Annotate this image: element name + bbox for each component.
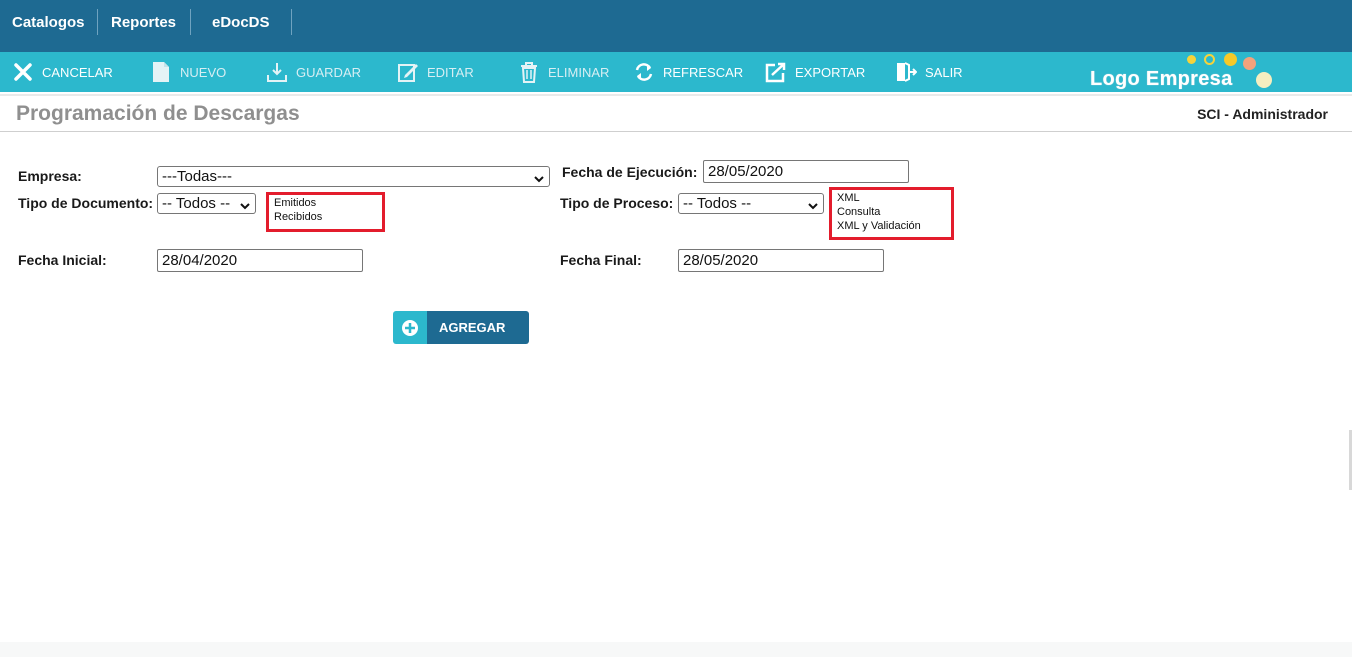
empresa-select[interactable]: ---Todas--- bbox=[157, 166, 550, 187]
add-circle-icon bbox=[393, 318, 427, 338]
option-recibidos[interactable]: Recibidos bbox=[274, 210, 377, 224]
nav-divider bbox=[291, 9, 292, 35]
user-label: SCI - Administrador bbox=[1197, 106, 1328, 122]
page-title: Programación de Descargas bbox=[16, 102, 300, 125]
fecha-final-label: Fecha Final: bbox=[560, 252, 642, 268]
tipo-proceso-select[interactable]: -- Todos -- bbox=[678, 193, 824, 214]
top-navigation: Catalogos Reportes eDocDS bbox=[0, 0, 1352, 52]
cancel-button[interactable]: CANCELAR bbox=[12, 52, 113, 92]
company-logo: Logo Empresa bbox=[1090, 52, 1290, 92]
fecha-final-field[interactable]: 28/05/2020 bbox=[678, 249, 884, 272]
logo-dot bbox=[1224, 53, 1237, 66]
refresh-icon bbox=[633, 61, 655, 83]
fecha-ejecucion-label: Fecha de Ejecución: bbox=[562, 164, 698, 180]
fecha-ejecucion-field[interactable]: 28/05/2020 bbox=[703, 160, 909, 183]
export-button-label: EXPORTAR bbox=[795, 64, 866, 80]
delete-button-label: ELIMINAR bbox=[548, 64, 610, 80]
edit-icon bbox=[397, 61, 419, 83]
option-consulta[interactable]: Consulta bbox=[837, 205, 946, 219]
tipo-proceso-options-highlight: XML Consulta XML y Validación bbox=[829, 187, 954, 240]
tipo-documento-options-highlight: Emitidos Recibidos bbox=[266, 192, 385, 232]
empresa-label: Empresa: bbox=[18, 168, 82, 184]
refresh-button[interactable]: REFRESCAR bbox=[633, 52, 743, 92]
nav-divider bbox=[190, 9, 191, 35]
save-icon bbox=[266, 61, 288, 83]
exit-button[interactable]: SALIR bbox=[895, 52, 963, 92]
export-button[interactable]: EXPORTAR bbox=[765, 52, 865, 92]
option-emitidos[interactable]: Emitidos bbox=[274, 196, 377, 210]
footer-strip bbox=[0, 642, 1352, 657]
exit-button-label: SALIR bbox=[925, 64, 963, 80]
logo-dot bbox=[1243, 57, 1256, 70]
fecha-inicial-label: Fecha Inicial: bbox=[18, 252, 107, 268]
tipo-proceso-select-value: -- Todos -- bbox=[683, 195, 752, 212]
tipo-documento-select-value: -- Todos -- bbox=[162, 195, 231, 212]
option-xml-validacion[interactable]: XML y Validación bbox=[837, 219, 946, 233]
edit-button-label: EDITAR bbox=[427, 64, 474, 80]
edit-button[interactable]: EDITAR bbox=[397, 52, 474, 92]
refresh-button-label: REFRESCAR bbox=[663, 64, 744, 80]
save-button-label: GUARDAR bbox=[296, 64, 362, 80]
nav-divider bbox=[97, 9, 98, 35]
nav-item-catalogos[interactable]: Catalogos bbox=[12, 0, 85, 46]
tipo-proceso-label: Tipo de Proceso: bbox=[560, 195, 674, 211]
save-button[interactable]: GUARDAR bbox=[266, 52, 361, 92]
delete-button[interactable]: ELIMINAR bbox=[518, 52, 609, 92]
new-button[interactable]: NUEVO bbox=[150, 52, 226, 92]
empresa-select-value: ---Todas--- bbox=[162, 168, 232, 185]
nav-item-edocds[interactable]: eDocDS bbox=[212, 0, 270, 46]
export-icon bbox=[765, 61, 787, 83]
exit-icon bbox=[895, 61, 917, 83]
chevron-down-icon bbox=[807, 198, 819, 210]
tipo-documento-label: Tipo de Documento: bbox=[18, 195, 154, 211]
nav-item-reportes[interactable]: Reportes bbox=[111, 0, 176, 46]
add-button[interactable]: AGREGAR bbox=[393, 311, 529, 344]
close-icon bbox=[12, 61, 34, 83]
page-header: Programación de Descargas SCI - Administ… bbox=[0, 94, 1352, 132]
new-button-label: NUEVO bbox=[180, 64, 227, 80]
chevron-down-icon bbox=[239, 198, 251, 210]
logo-dot bbox=[1256, 72, 1272, 88]
cancel-button-label: CANCELAR bbox=[42, 64, 113, 80]
logo-dot bbox=[1204, 54, 1215, 65]
chevron-down-icon bbox=[533, 171, 545, 183]
tipo-documento-select[interactable]: -- Todos -- bbox=[157, 193, 256, 214]
add-button-label: AGREGAR bbox=[439, 320, 506, 335]
option-xml[interactable]: XML bbox=[837, 191, 946, 205]
trash-icon bbox=[518, 61, 540, 83]
logo-text: Logo Empresa bbox=[1090, 68, 1233, 90]
document-icon bbox=[150, 61, 172, 83]
logo-dot bbox=[1187, 55, 1196, 64]
fecha-inicial-field[interactable]: 28/04/2020 bbox=[157, 249, 363, 272]
